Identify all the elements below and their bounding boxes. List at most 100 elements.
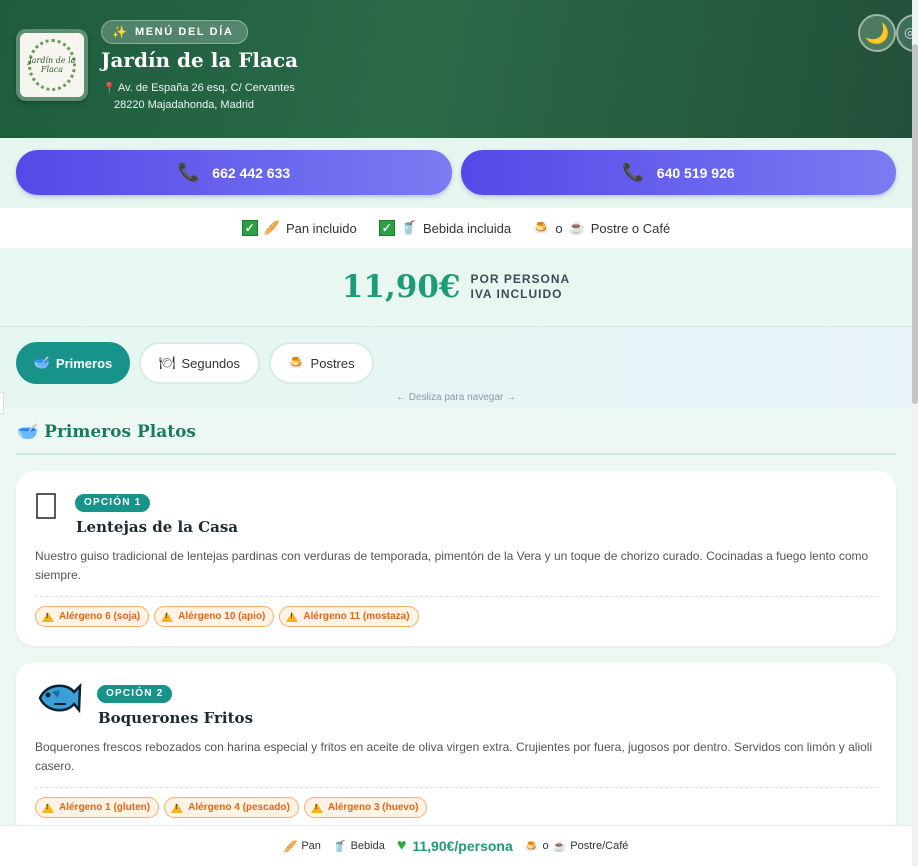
- tab-primeros[interactable]: 🥣 Primeros: [16, 342, 130, 384]
- include-dessert-label: Postre o Café: [590, 220, 671, 236]
- menu-badge-label: MENÚ DEL DÍA: [134, 26, 234, 38]
- option-badge: OPCIÓN 2: [97, 685, 173, 703]
- address-line-1: Av. de España 26 esq. C/ Cervantes: [117, 82, 295, 94]
- allergen-tag: Alérgeno 3 (huevo): [303, 797, 428, 818]
- tab-label: Segundos: [181, 355, 241, 371]
- restaurant-name: Jardín de la Flaca: [101, 48, 299, 72]
- dish-separator: [35, 596, 878, 597]
- flan-icon: 🍮: [533, 220, 550, 235]
- sparkles-icon: ✨: [112, 25, 127, 39]
- warning-icon: [171, 802, 184, 813]
- warning-icon: [310, 802, 323, 813]
- restaurant-address: 📍 Av. de España 26 esq. C/ Cervantes 282…: [103, 80, 295, 113]
- logo-text: Jardín de la Flaca: [28, 56, 76, 74]
- side-handle[interactable]: [0, 392, 4, 414]
- menu-includes: ✓ 🥖 Pan incluido ✓ 🥤 Bebida incluida 🍮 o…: [0, 208, 912, 248]
- include-drink-label: Bebida incluida: [422, 220, 512, 236]
- restaurant-header: Jardín de la Flaca ✨ MENÚ DEL DÍA Jardín…: [0, 0, 918, 138]
- allergen-tag: Alérgeno 4 (pescado): [164, 797, 299, 818]
- plate-icon: 🍽: [158, 355, 176, 370]
- dish-name: Lentejas de la Casa: [76, 518, 238, 536]
- section-title: 🥣 Primeros Platos: [17, 422, 196, 442]
- dish-name: Boquerones Fritos: [98, 709, 254, 727]
- include-bread: ✓ 🥖 Pan incluido: [241, 220, 357, 236]
- call-button-2[interactable]: 📞 640 519 926: [461, 150, 896, 195]
- phone-icon: 📞: [622, 162, 645, 182]
- bread-icon: 🥖: [283, 840, 298, 853]
- checkmark-icon: ✓: [241, 220, 258, 236]
- dish-card[interactable]: OPCIÓN 2 Boquerones Fritos Boquerones fr…: [16, 662, 896, 837]
- warning-icon: [286, 611, 299, 622]
- option-badge: OPCIÓN 1: [75, 494, 151, 512]
- price-labels: POR PERSONA IVA INCLUIDO: [470, 272, 570, 302]
- allergen-label: Alérgeno 3 (huevo): [327, 802, 419, 813]
- tab-segundos[interactable]: 🍽 Segundos: [139, 342, 260, 384]
- include-bread-label: Pan incluido: [285, 220, 357, 236]
- bread-icon: 🥖: [263, 220, 280, 235]
- allergen-tag: Alérgeno 6 (soja): [35, 606, 150, 627]
- bottom-price-label: 11,90€/persona: [412, 838, 513, 854]
- include-dessert: 🍮 o ☕ Postre o Café: [533, 220, 670, 236]
- tab-label: Primeros: [55, 355, 113, 371]
- allergen-list: Alérgeno 6 (soja) Alérgeno 10 (apio) Alé…: [35, 606, 419, 627]
- drink-icon: 🥤: [332, 840, 347, 853]
- dish-separator: [35, 787, 878, 788]
- dark-mode-toggle[interactable]: 🌙: [858, 14, 896, 52]
- dish-description: Nuestro guiso tradicional de lentejas pa…: [35, 549, 869, 582]
- dish-card[interactable]: OPCIÓN 1 Lentejas de la Casa Nuestro gui…: [16, 471, 896, 646]
- warning-icon: [161, 611, 174, 622]
- swipe-hint: ← Desliza para navegar →: [395, 392, 517, 403]
- price-per-person: POR PERSONA: [470, 272, 571, 286]
- bowl-icon: 🥣: [17, 422, 39, 442]
- include-or: o: [555, 220, 563, 236]
- warning-icon: [42, 611, 54, 622]
- allergen-list: Alérgeno 1 (gluten) Alérgeno 4 (pescado)…: [35, 797, 428, 818]
- allergen-label: Alérgeno 4 (pescado): [188, 802, 290, 813]
- allergen-label: Alérgeno 6 (soja): [59, 611, 141, 622]
- flan-icon: 🍮: [288, 355, 305, 370]
- tab-postres[interactable]: 🍮 Postres: [269, 342, 374, 384]
- bottom-drink-label: Bebida: [350, 840, 385, 852]
- phone-icon: 📞: [177, 162, 201, 182]
- bottom-or: o: [542, 840, 549, 852]
- course-tabs: 🥣 Primeros 🍽 Segundos 🍮 Postres ← Desliz…: [0, 326, 912, 408]
- phone-buttons-row: 📞 662 442 633 📞 640 519 926: [0, 138, 912, 208]
- flan-icon: 🍮: [524, 840, 539, 853]
- allergen-tag: Alérgeno 11 (mostaza): [279, 606, 419, 627]
- menu-del-dia-badge: ✨ MENÚ DEL DÍA: [101, 20, 249, 44]
- heart-icon: ♥: [396, 837, 407, 854]
- dish-description: Boquerones frescos rebozados con harina …: [35, 740, 873, 773]
- price-vat: IVA INCLUIDO: [470, 287, 563, 301]
- restaurant-logo: Jardín de la Flaca: [16, 29, 88, 101]
- allergen-tag: Alérgeno 10 (apio): [154, 606, 275, 627]
- bottom-dessert-label: Postre/Café: [570, 840, 629, 852]
- warning-icon: [42, 802, 54, 813]
- call-button-1[interactable]: 📞 662 442 633: [16, 150, 452, 195]
- include-drink: ✓ 🥤 Bebida incluida: [378, 220, 512, 236]
- moon-icon: 🌙: [864, 21, 890, 45]
- bottom-dessert: 🍮 o ☕ Postre/Café: [525, 840, 629, 853]
- dish-image-placeholder-icon: [36, 493, 56, 523]
- phone-number-2: 640 519 926: [656, 164, 735, 181]
- bottom-bread: 🥖 Pan: [284, 840, 321, 853]
- checkmark-icon: ✓: [378, 220, 395, 236]
- address-line-2: 28220 Majadahonda, Madrid: [114, 99, 255, 111]
- allergen-label: Alérgeno 10 (apio): [178, 611, 266, 622]
- section-title-text: Primeros Platos: [44, 422, 196, 442]
- bowl-icon: 🥣: [33, 355, 50, 370]
- menu-price: 11,90€: [341, 269, 461, 305]
- bottom-drink: 🥤 Bebida: [333, 840, 385, 853]
- allergen-label: Alérgeno 1 (gluten): [59, 802, 151, 813]
- phone-number-1: 662 442 633: [212, 164, 291, 181]
- allergen-label: Alérgeno 11 (mostaza): [303, 611, 410, 622]
- bottom-bread-label: Pan: [301, 840, 321, 852]
- section-divider: [16, 453, 896, 455]
- allergen-tag: Alérgeno 1 (gluten): [35, 797, 160, 818]
- price-block: 11,90€ POR PERSONA IVA INCLUIDO: [0, 248, 912, 326]
- fish-icon: [36, 678, 82, 722]
- page-scrollbar[interactable]: [912, 0, 918, 866]
- coffee-icon: ☕: [552, 840, 567, 853]
- drink-icon: 🥤: [400, 220, 417, 235]
- scrollbar-thumb[interactable]: [912, 44, 918, 404]
- location-pin-icon: 📍: [103, 83, 116, 94]
